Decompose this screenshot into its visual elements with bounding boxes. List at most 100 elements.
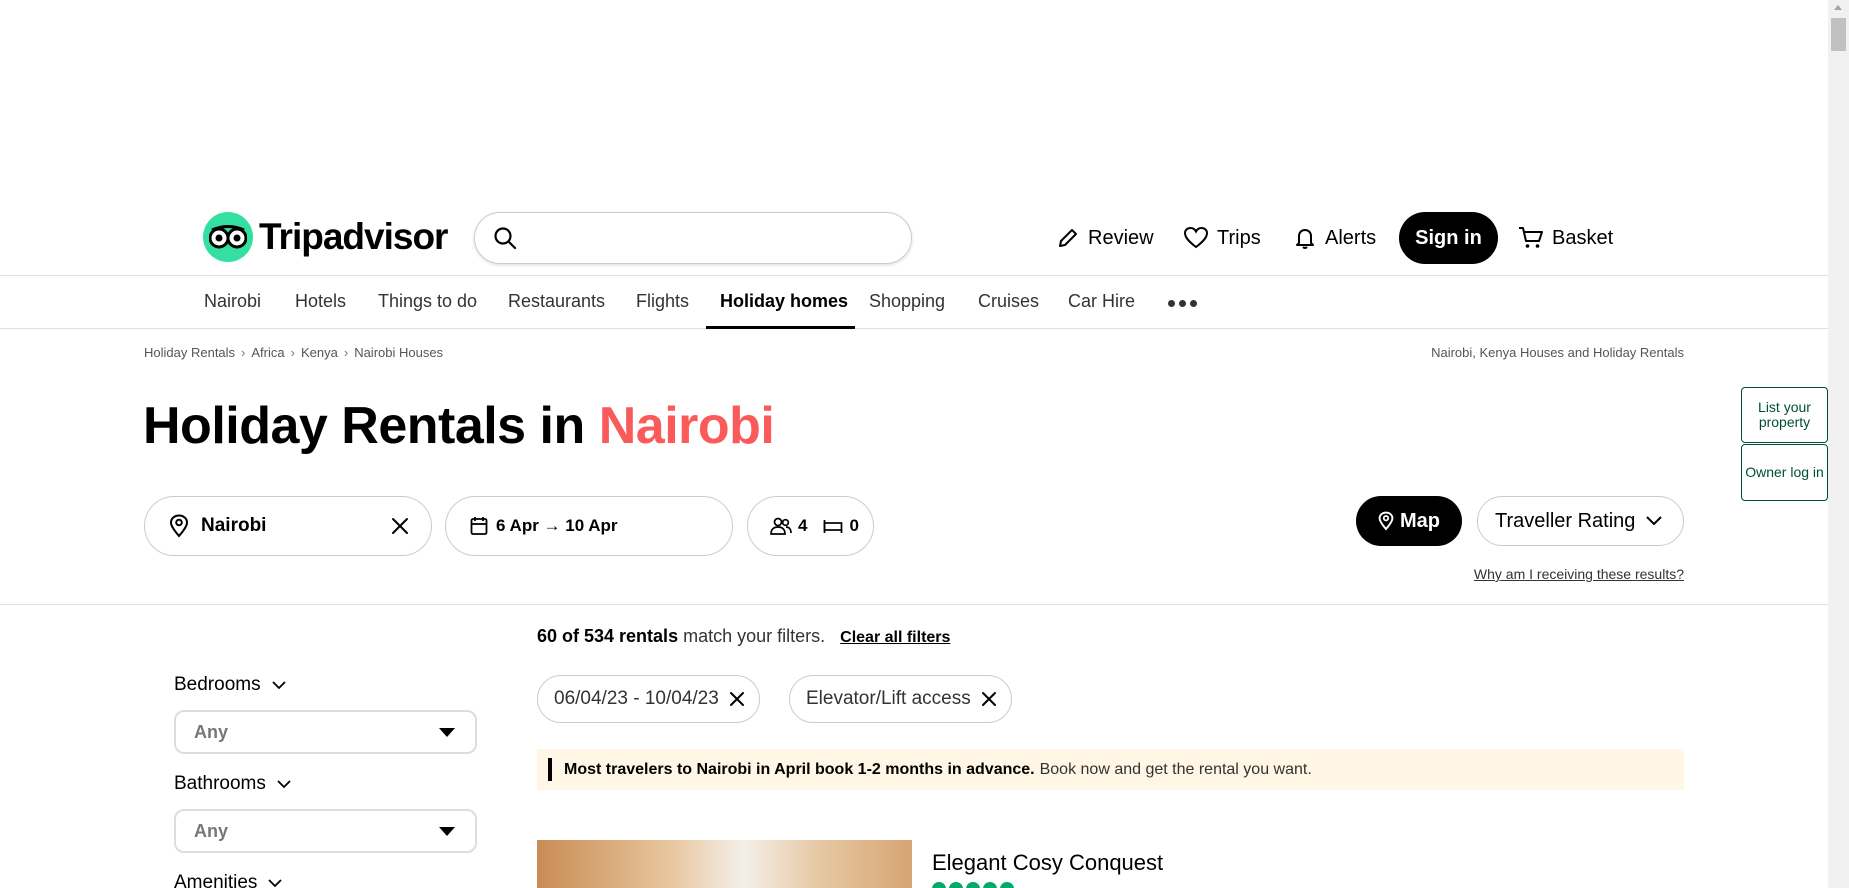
location-filter[interactable]: Nairobi (144, 496, 432, 556)
breadcrumb-page-label: Nairobi, Kenya Houses and Holiday Rental… (1431, 345, 1684, 360)
clear-location-icon[interactable] (391, 517, 409, 535)
site-header: Tripadvisor Review Trips Alerts Sign in … (0, 200, 1828, 276)
basket-link[interactable]: Basket (1518, 212, 1613, 264)
chevron-right-icon: › (343, 345, 349, 360)
dropdown-arrow-icon (439, 826, 455, 836)
section-divider (0, 604, 1828, 605)
results-count: 60 of 534 rentals match your filters. Cl… (537, 626, 950, 647)
search-icon (494, 227, 517, 250)
bathrooms-filter-toggle[interactable]: Bathrooms (174, 773, 292, 795)
breadcrumb: Holiday Rentals › Africa › Kenya › Nairo… (144, 345, 443, 360)
calendar-icon (470, 517, 488, 535)
amenities-filter-toggle[interactable]: Amenities (174, 872, 283, 888)
owner-login-button[interactable]: Owner log in (1741, 444, 1828, 501)
nav-flights[interactable]: Flights (636, 291, 689, 312)
logo-text: Tripadvisor (259, 216, 448, 257)
bathrooms-label: Bathrooms (174, 773, 266, 794)
dropdown-arrow-icon (439, 727, 455, 737)
owner-login-label: Owner log in (1745, 464, 1824, 480)
notice-bold: Most travelers to Nairobi in April book … (564, 760, 1035, 778)
bedrooms-label: Bedrooms (174, 674, 261, 695)
nav-shopping[interactable]: Shopping (869, 291, 945, 312)
listing-rating (932, 882, 1014, 888)
title-prefix: Holiday Rentals in (143, 397, 599, 455)
sort-dropdown[interactable]: Traveller Rating (1477, 496, 1684, 546)
nav-hotels[interactable]: Hotels (295, 291, 346, 312)
rating-bubble-icon (1000, 882, 1014, 888)
bathrooms-select-value: Any (194, 820, 229, 841)
chevron-right-icon: › (290, 345, 295, 360)
rating-bubble-icon (983, 882, 997, 888)
breadcrumb-nairobi-houses: Nairobi Houses (354, 345, 444, 360)
rating-bubble-icon (932, 882, 946, 888)
amenities-label: Amenities (174, 872, 258, 888)
breadcrumb-africa[interactable]: Africa (251, 345, 284, 360)
listing-photo[interactable] (537, 840, 912, 888)
sort-value: Traveller Rating (1495, 509, 1636, 532)
nav-cruises[interactable]: Cruises (978, 291, 1039, 312)
more-nav-icon[interactable] (1168, 300, 1197, 307)
guests-filter[interactable]: 4 0 (747, 496, 874, 556)
clear-filters-link[interactable]: Clear all filters (840, 629, 950, 646)
bedrooms-select[interactable]: Any (174, 710, 477, 754)
alerts-link[interactable]: Alerts (1293, 212, 1376, 264)
scroll-up-icon[interactable] (1834, 5, 1842, 10)
basket-label: Basket (1552, 226, 1614, 249)
booking-notice: Most travelers to Nairobi in April book … (537, 749, 1684, 790)
nav-holiday-homes[interactable]: Holiday homes (720, 291, 848, 312)
page-scrollbar[interactable] (1828, 0, 1849, 888)
breadcrumb-kenya[interactable]: Kenya (301, 345, 338, 360)
alerts-label: Alerts (1325, 226, 1377, 249)
notice-bar (548, 758, 552, 781)
rating-bubble-icon (966, 882, 980, 888)
notice-rest: Book now and get the rental you want. (1039, 760, 1312, 778)
chevron-down-icon (268, 879, 283, 888)
results-count-bold: 60 of 534 rentals (537, 626, 679, 646)
elevator-filter-chip[interactable]: Elevator/Lift access (789, 675, 1012, 723)
list-property-label: List your property (1758, 399, 1811, 430)
cart-icon (1519, 227, 1543, 248)
date-chip-label: 06/04/23 - 10/04/23 (554, 688, 719, 709)
bathrooms-select[interactable]: Any (174, 809, 477, 853)
results-count-rest: match your filters. (678, 626, 826, 646)
bedrooms-count: 0 (849, 516, 859, 535)
nav-car-hire[interactable]: Car Hire (1068, 291, 1135, 312)
chevron-down-icon (277, 780, 291, 789)
list-property-button[interactable]: List your property (1741, 387, 1828, 443)
search-bar[interactable] (474, 212, 912, 264)
date-filter-chip[interactable]: 06/04/23 - 10/04/23 (537, 675, 760, 723)
scrollbar-thumb[interactable] (1831, 18, 1846, 51)
guests-icon (770, 517, 792, 535)
rating-bubble-icon (949, 882, 963, 888)
map-label: Map (1400, 509, 1440, 532)
nav-restaurants[interactable]: Restaurants (508, 291, 605, 312)
review-link[interactable]: Review (1056, 212, 1154, 264)
category-nav: Nairobi Hotels Things to do Restaurants … (0, 275, 1828, 329)
why-results-link[interactable]: Why am I receiving these results? (1300, 566, 1684, 582)
elevator-chip-label: Elevator/Lift access (806, 688, 971, 709)
map-pin-icon (1378, 511, 1394, 531)
guests-count: 4 (798, 516, 808, 535)
map-pin-icon (169, 514, 189, 538)
close-icon[interactable] (981, 691, 997, 707)
chevron-down-icon (1646, 516, 1663, 526)
map-button[interactable]: Map (1356, 496, 1462, 546)
active-tab-underline (706, 326, 855, 329)
close-icon[interactable] (729, 691, 745, 707)
search-input[interactable] (529, 227, 889, 249)
trips-link[interactable]: Trips (1183, 212, 1261, 264)
date-range-value: 6 Apr → 10 Apr (496, 516, 618, 535)
date-filter[interactable]: 6 Apr → 10 Apr (445, 496, 733, 556)
nav-things-to-do[interactable]: Things to do (378, 291, 477, 312)
pencil-icon (1059, 229, 1077, 247)
page-title: Holiday Rentals in Nairobi (143, 396, 775, 456)
bedrooms-filter-toggle[interactable]: Bedrooms (174, 674, 287, 696)
review-label: Review (1088, 226, 1154, 249)
tripadvisor-logo[interactable]: Tripadvisor (203, 212, 448, 262)
chevron-right-icon: › (241, 345, 246, 360)
bell-icon (1296, 229, 1314, 249)
nav-nairobi[interactable]: Nairobi (204, 291, 261, 312)
sign-in-button[interactable]: Sign in (1399, 212, 1498, 264)
listing-title[interactable]: Elegant Cosy Conquest (932, 850, 1163, 876)
breadcrumb-holiday-rentals[interactable]: Holiday Rentals (144, 345, 235, 360)
